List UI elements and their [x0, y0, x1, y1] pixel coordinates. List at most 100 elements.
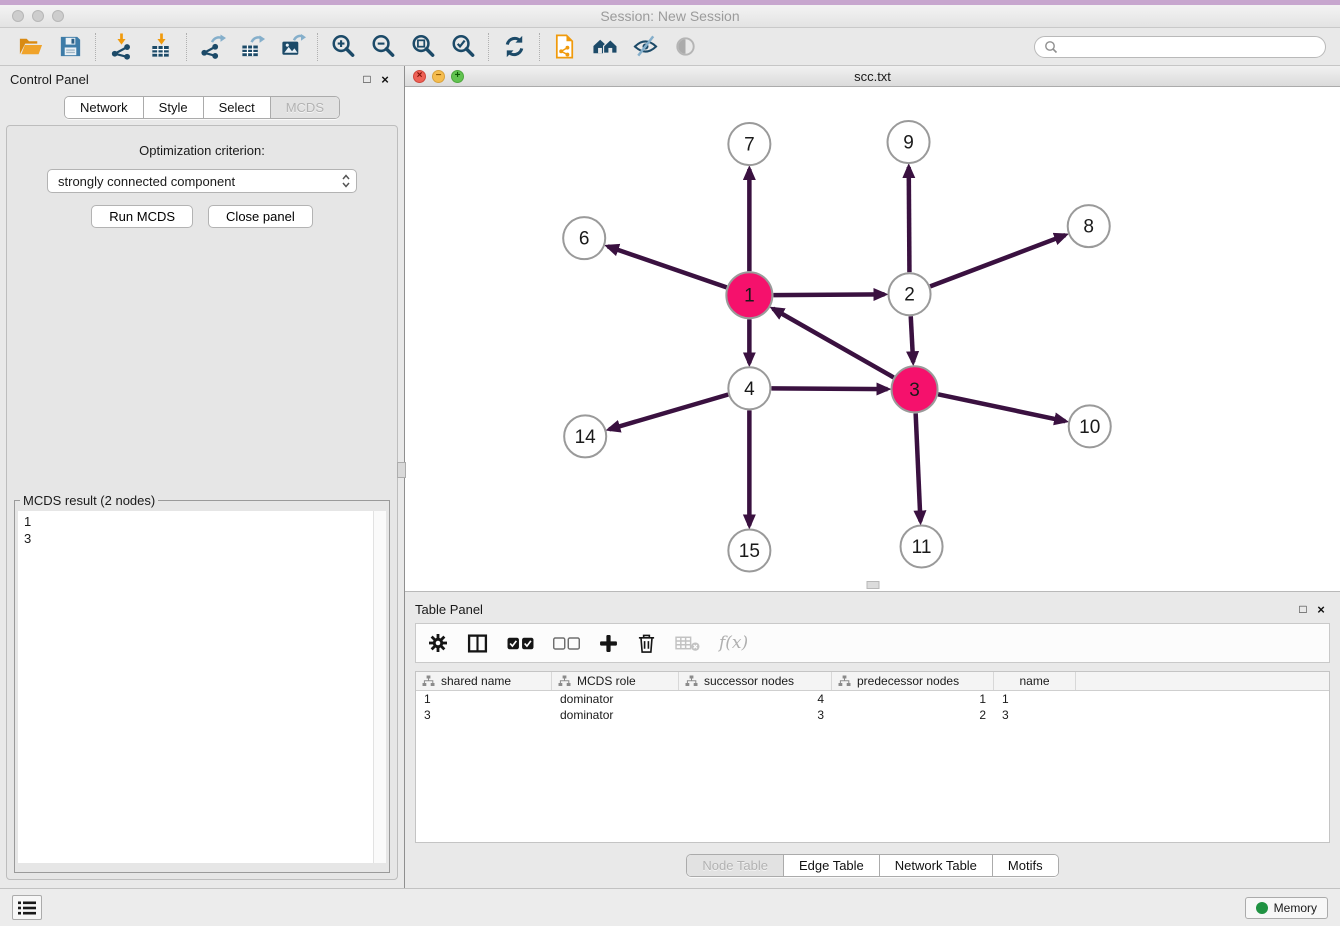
create-column-button[interactable]	[599, 634, 618, 653]
graph-node-label: 15	[739, 541, 760, 562]
tab-style[interactable]: Style	[143, 97, 203, 118]
close-panel-icon[interactable]: ×	[1312, 603, 1330, 616]
column-label: name	[1019, 674, 1049, 688]
cell-mcds-role[interactable]: dominator	[552, 708, 679, 722]
graph-edge[interactable]	[916, 414, 921, 522]
graph-edge[interactable]	[930, 236, 1065, 287]
function-builder-button-disabled[interactable]: f(x)	[719, 633, 748, 653]
eye-slash-icon	[632, 33, 659, 60]
memory-label: Memory	[1274, 901, 1317, 915]
export-table-button[interactable]	[232, 31, 272, 63]
search-input[interactable]	[1064, 39, 1316, 54]
result-scrollbar[interactable]	[373, 511, 386, 863]
minimize-window-button[interactable]	[32, 10, 44, 22]
tab-select[interactable]: Select	[203, 97, 270, 118]
select-all-columns-button[interactable]	[507, 637, 534, 650]
splitter-grip-horizontal[interactable]	[866, 581, 879, 589]
show-column-button[interactable]	[467, 633, 488, 654]
open-session-button[interactable]	[10, 31, 50, 63]
hide-selected-button[interactable]	[625, 31, 665, 63]
delete-table-button-disabled[interactable]	[675, 635, 700, 652]
new-network-from-selection-button[interactable]	[545, 31, 585, 63]
tab-network[interactable]: Network	[65, 97, 143, 118]
tab-motifs[interactable]: Motifs	[992, 855, 1058, 876]
table-settings-button[interactable]	[428, 633, 448, 653]
graph-edge[interactable]	[909, 168, 910, 273]
close-panel-button[interactable]: Close panel	[208, 205, 313, 228]
show-all-button[interactable]	[665, 31, 705, 63]
delete-column-button[interactable]	[637, 633, 656, 654]
network-maximize-button[interactable]: +	[451, 70, 464, 83]
graph-edge[interactable]	[911, 317, 913, 363]
column-header-mcds-role[interactable]: MCDS role	[552, 672, 679, 690]
window-title: Session: New Session	[0, 8, 1340, 24]
mcds-buttons-row: Run MCDS Close panel	[91, 205, 312, 228]
network-graph[interactable]: 7968124314101511	[405, 87, 1340, 591]
cell-shared-name[interactable]: 1	[416, 692, 552, 706]
export-image-button[interactable]	[272, 31, 312, 63]
memory-status-icon	[1256, 902, 1268, 914]
cell-name[interactable]: 1	[994, 692, 1076, 706]
zoom-fit-button[interactable]	[403, 31, 443, 63]
import-table-button[interactable]	[141, 31, 181, 63]
status-bar: Memory	[0, 888, 1340, 926]
zoom-selected-button[interactable]	[443, 31, 483, 63]
refresh-button[interactable]	[494, 31, 534, 63]
float-panel-icon[interactable]: □	[358, 73, 376, 85]
close-window-button[interactable]	[12, 10, 24, 22]
graph-edge[interactable]	[938, 395, 1065, 422]
cell-predecessor-nodes[interactable]: 2	[832, 708, 994, 722]
column-header-name[interactable]: name	[994, 672, 1076, 690]
search-box	[1034, 36, 1326, 58]
save-session-button[interactable]	[50, 31, 90, 63]
zoom-out-icon	[370, 33, 397, 60]
show-panels-button[interactable]	[12, 895, 42, 920]
splitter-grip-vertical[interactable]	[397, 462, 406, 478]
zoom-selected-icon	[450, 33, 477, 60]
close-panel-icon[interactable]: ×	[376, 73, 394, 86]
export-network-button[interactable]	[192, 31, 232, 63]
cell-shared-name[interactable]: 3	[416, 708, 552, 722]
graph-edge[interactable]	[773, 295, 884, 296]
graph-edge[interactable]	[773, 309, 894, 378]
deselect-all-columns-button[interactable]	[553, 637, 580, 650]
cell-name[interactable]: 3	[994, 708, 1076, 722]
home-layout-button[interactable]	[585, 31, 625, 63]
tab-edge-table[interactable]: Edge Table	[783, 855, 879, 876]
import-table-icon	[148, 33, 175, 60]
dropdown-value: strongly connected component	[58, 174, 235, 189]
network-minimize-button[interactable]: −	[432, 70, 445, 83]
save-floppy-icon	[57, 33, 84, 60]
memory-button[interactable]: Memory	[1245, 897, 1328, 919]
import-network-button[interactable]	[101, 31, 141, 63]
graph-edge[interactable]	[771, 389, 887, 390]
cell-successor-nodes[interactable]: 4	[679, 692, 832, 706]
zoom-in-button[interactable]	[323, 31, 363, 63]
graph-edge[interactable]	[609, 395, 728, 430]
run-mcds-button[interactable]: Run MCDS	[91, 205, 193, 228]
tree-icon	[422, 675, 435, 687]
network-canvas[interactable]: 7968124314101511	[405, 87, 1340, 591]
toolbar-separator	[317, 33, 318, 61]
tab-node-table[interactable]: Node Table	[687, 855, 783, 876]
toolbar-separator	[95, 33, 96, 61]
float-panel-icon[interactable]: □	[1294, 603, 1312, 615]
tab-network-table[interactable]: Network Table	[879, 855, 992, 876]
cell-mcds-role[interactable]: dominator	[552, 692, 679, 706]
column-label: shared name	[441, 674, 511, 688]
cell-successor-nodes[interactable]: 3	[679, 708, 832, 722]
column-header-shared-name[interactable]: shared name	[416, 672, 552, 690]
column-header-predecessor-nodes[interactable]: predecessor nodes	[832, 672, 994, 690]
network-close-button[interactable]: ×	[413, 70, 426, 83]
column-header-successor-nodes[interactable]: successor nodes	[679, 672, 832, 690]
zoom-out-button[interactable]	[363, 31, 403, 63]
graph-edge[interactable]	[608, 247, 727, 288]
maximize-window-button[interactable]	[52, 10, 64, 22]
cell-predecessor-nodes[interactable]: 1	[832, 692, 994, 706]
toolbar-separator	[488, 33, 489, 61]
tab-mcds[interactable]: MCDS	[270, 97, 339, 118]
optimization-criterion-dropdown[interactable]: strongly connected component	[47, 169, 357, 193]
mcds-result-item: 1	[24, 513, 368, 530]
mcds-result-list[interactable]: 1 3	[18, 511, 386, 863]
table-panel-tabs: Node Table Edge Table Network Table Moti…	[405, 843, 1340, 888]
